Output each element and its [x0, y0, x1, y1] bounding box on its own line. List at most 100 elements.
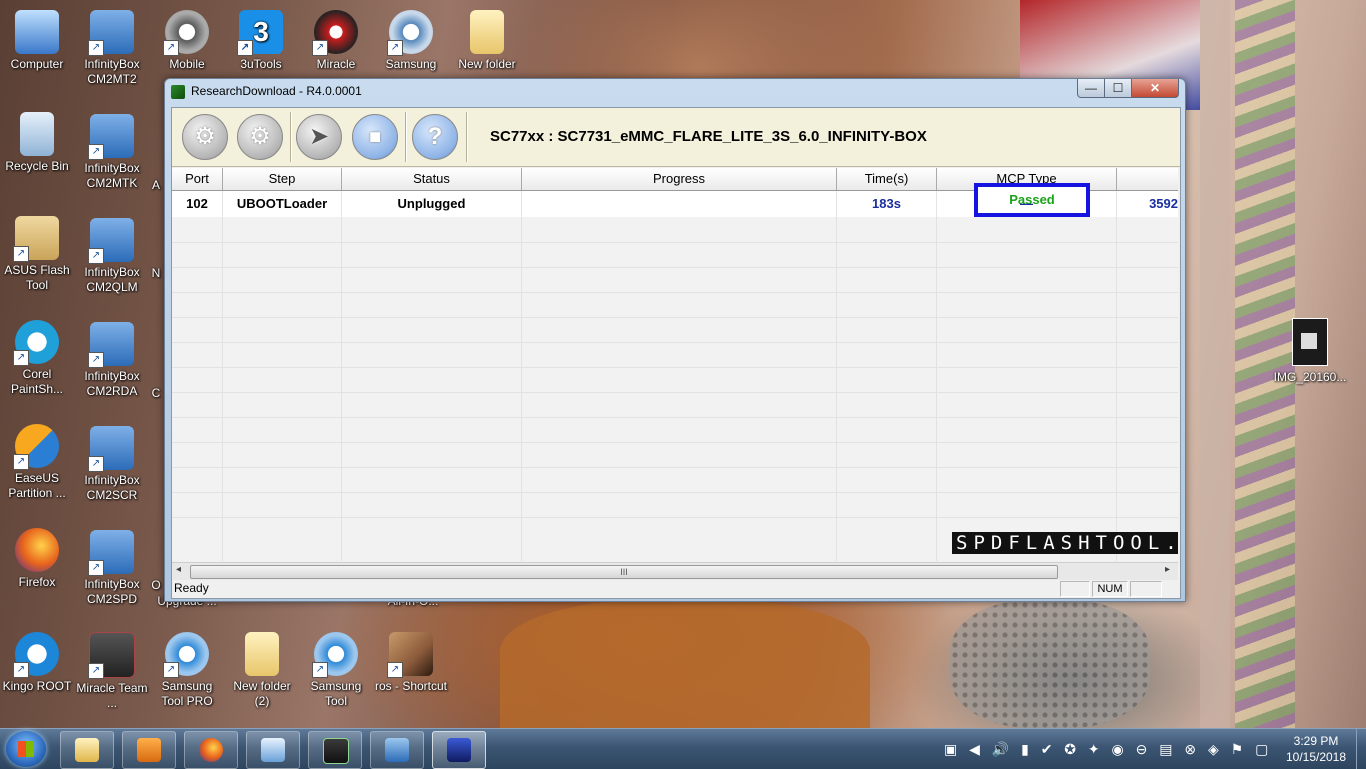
start-button[interactable]	[6, 731, 46, 767]
taskbar: ▣ ◀ 🔊 ▮ ✔ ✪ ✦ ◉ ⊖ ▤ ⊗ ◈ ⚑ ▢ 3:29 PM 10/1…	[0, 728, 1366, 769]
watermark: SPDFLASHTOOL.COM	[952, 532, 1178, 554]
clock[interactable]: 3:29 PM 10/15/2018	[1278, 733, 1354, 765]
gear-icon: ↗	[312, 632, 358, 678]
window-client: ⚙ ⚙ ➤ ■ ? SC77xx : SC7731_eMMC_FLARE_LIT…	[171, 107, 1181, 599]
desktop-icon-label: Miracle Team ...	[76, 681, 148, 710]
grid-line	[172, 467, 1178, 468]
cell-port: 102	[172, 191, 223, 217]
desktop-icon-samsung-tool[interactable]: ↗ Samsung Tool	[299, 632, 373, 709]
horizontal-scrollbar[interactable]: ◂ III ▸	[172, 562, 1178, 580]
taskbar-explorer[interactable]	[60, 731, 114, 769]
system-tray[interactable]: ▣ ◀ 🔊 ▮ ✔ ✪ ✦ ◉ ⊖ ▤ ⊗ ◈ ⚑ ▢	[944, 741, 1272, 758]
desktop-icon-samsung-tool-pro[interactable]: ↗ Samsung Tool PRO	[150, 632, 224, 709]
desktop-icon-new-folder-2[interactable]: New folder (2)	[225, 632, 299, 709]
partial-label: N	[151, 266, 161, 280]
maximize-button[interactable]: ☐	[1104, 79, 1132, 98]
desktop-icon-easeus[interactable]: ↗ EaseUS Partition ...	[0, 424, 74, 501]
desktop-icon-label: InfinityBox CM2SCR	[84, 473, 140, 502]
port-list: Port Step Status Progress Time(s) MCP Ty…	[172, 168, 1178, 561]
desktop-icon-ros-shortcut[interactable]: ↗ ros - Shortcut	[374, 632, 448, 694]
taskbar-flash-tool[interactable]	[432, 731, 486, 769]
scroll-left-icon[interactable]: ◂	[176, 564, 181, 575]
status-pane	[1060, 581, 1090, 597]
desktop-icon-kingo-root[interactable]: ↗ Kingo ROOT	[0, 632, 74, 694]
stop-icon: ■	[368, 126, 382, 148]
desktop-icon-infinitybox-cm2rda[interactable]: ↗ InfinityBox CM2RDA	[75, 322, 149, 399]
media-player-icon	[137, 738, 161, 762]
folder-icon	[470, 10, 504, 54]
column-header-extra[interactable]	[1117, 168, 1178, 190]
desktop-icon-samsung[interactable]: ↗ Samsung	[374, 10, 448, 72]
show-desktop-button[interactable]	[1356, 729, 1366, 769]
taskbar-search-tool[interactable]	[246, 731, 300, 769]
partial-label: A	[151, 178, 160, 192]
desktop-icon-corel[interactable]: ↗ Corel PaintSh...	[0, 320, 74, 397]
desktop-icon-label: Mobile	[169, 57, 205, 71]
partial-label: C	[151, 386, 161, 400]
stop-button[interactable]: ■	[352, 114, 398, 160]
desktop-icon-infinitybox-cm2mtk[interactable]: ↗ InfinityBox CM2MTK	[75, 114, 149, 191]
column-header-time[interactable]: Time(s)	[837, 168, 937, 190]
taskbar-console[interactable]	[308, 731, 362, 769]
flash-tool-icon	[447, 738, 471, 762]
desktop-icon-label: ros - Shortcut	[374, 679, 448, 693]
scroll-right-icon[interactable]: ▸	[1165, 564, 1170, 575]
desktop-icon-firefox[interactable]: Firefox	[0, 528, 74, 590]
desktop-icon-label: Recycle Bin	[5, 159, 69, 173]
infinitybox-icon: ↗	[88, 530, 134, 576]
desktop-icon-computer[interactable]: Computer	[0, 10, 74, 72]
help-icon: ?	[427, 123, 443, 150]
desktop-icon-label: EaseUS Partition ...	[8, 471, 66, 500]
title-bar[interactable]: ResearchDownload - R4.0.0001 — ☐ ✕	[165, 79, 1185, 105]
scroll-thumb[interactable]: III	[190, 565, 1058, 579]
close-button[interactable]: ✕	[1131, 79, 1179, 98]
miracle-team-icon: ↗	[88, 632, 135, 679]
desktop-icon-recycle-bin[interactable]: Recycle Bin	[0, 112, 74, 174]
grid-line	[172, 267, 1178, 268]
desktop-icon-infinitybox-cm2scr[interactable]: ↗ InfinityBox CM2SCR	[75, 426, 149, 503]
taskbar-firefox[interactable]	[184, 731, 238, 769]
help-button[interactable]: ?	[412, 114, 458, 160]
column-header-port[interactable]: Port	[172, 168, 223, 190]
desktop-icon-miracle-team[interactable]: ↗ Miracle Team ...	[75, 632, 149, 711]
cell-step: UBOOTLoader	[223, 191, 342, 217]
desktop-icon-asus-flash-tool[interactable]: ↗ ASUS Flash Tool	[0, 216, 74, 293]
taskbar-media-player[interactable]	[122, 731, 176, 769]
desktop-icon-label: Firefox	[18, 575, 56, 589]
settings-button[interactable]: ⚙	[182, 114, 228, 160]
infinitybox-icon: ↗	[88, 426, 134, 472]
grid-line	[172, 442, 1178, 443]
desktop-icon-new-folder[interactable]: New folder	[450, 10, 524, 72]
grid-line	[172, 392, 1178, 393]
desktop-icon-mobile[interactable]: ↗ Mobile	[150, 10, 224, 72]
grid-line	[172, 367, 1178, 368]
column-header-step[interactable]: Step	[223, 168, 342, 190]
grid-line	[836, 217, 837, 561]
game-icon: ↗	[387, 632, 433, 678]
desktop-icon-3utools[interactable]: 3 ↗ 3uTools	[224, 10, 298, 72]
table-row[interactable]: 102 UBOOTLoader Unplugged Passed 183s — …	[172, 183, 1178, 217]
desktop-icon-infinitybox-cm2mt2[interactable]: ↗ InfinityBox CM2MT2	[75, 10, 149, 87]
grid-line	[341, 217, 342, 561]
3utools-icon: 3 ↗	[237, 10, 283, 56]
grid-line	[172, 342, 1178, 343]
desktop-icon-label: New folder	[458, 57, 516, 71]
desktop-icon-infinitybox-cm2spd[interactable]: ↗ InfinityBox CM2SPD	[75, 530, 149, 607]
num-lock-indicator: NUM	[1092, 581, 1128, 597]
desktop-icon-label: InfinityBox CM2RDA	[84, 369, 140, 398]
image-file-icon[interactable]	[1292, 318, 1328, 366]
desktop-icon-miracle[interactable]: ↗ Miracle	[299, 10, 373, 72]
grid-line	[172, 242, 1178, 243]
infinitybox-icon: ↗	[88, 322, 134, 368]
minimize-button[interactable]: —	[1077, 79, 1105, 98]
column-header-status[interactable]: Status	[342, 168, 522, 190]
advanced-settings-button[interactable]: ⚙	[237, 114, 283, 160]
column-header-progress[interactable]: Progress	[522, 168, 837, 190]
desktop-icon-infinitybox-cm2qlm[interactable]: ↗ InfinityBox CM2QLM	[75, 218, 149, 295]
start-button[interactable]: ➤	[296, 114, 342, 160]
clock-date: 10/15/2018	[1285, 750, 1347, 764]
cell-time: 183s	[837, 191, 937, 217]
desktop-icon-label: InfinityBox CM2MT2	[84, 57, 140, 86]
taskbar-spd-tool[interactable]	[370, 731, 424, 769]
miracle-icon: ↗	[312, 10, 358, 56]
